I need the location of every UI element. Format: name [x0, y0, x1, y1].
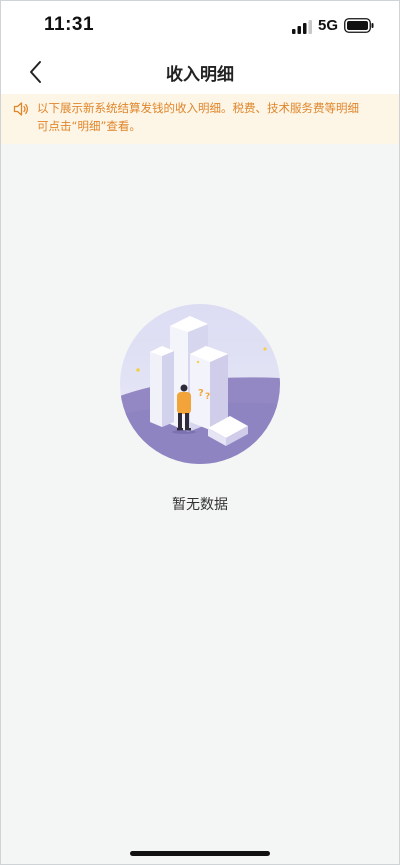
status-time: 11:31 [44, 14, 95, 35]
page-title: 收入明细 [166, 65, 234, 85]
notice-text: 以下展示新系统结算发钱的收入明细。税费、技术服务费等明细 可点击“明细”查看。 [37, 99, 387, 135]
speaker-icon [13, 102, 29, 116]
battery-icon [344, 18, 374, 33]
home-indicator[interactable] [130, 851, 270, 856]
network-type: 5G [318, 17, 339, 34]
svg-text:?: ? [205, 392, 210, 402]
svg-text:?: ? [198, 388, 204, 399]
empty-data-illustration: ? ? [120, 304, 280, 464]
nav-bar: 收入明细 [0, 50, 400, 94]
notice-banner: 以下展示新系统结算发钱的收入明细。税费、技术服务费等明细 可点击“明细”查看。 [0, 94, 400, 144]
signal-icon [292, 20, 312, 34]
notice-line-1: 以下展示新系统结算发钱的收入明细。税费、技术服务费等明细 [37, 101, 359, 115]
empty-state-text: 暂无数据 [172, 497, 228, 513]
status-bar: 11:31 5G [0, 0, 400, 50]
notice-line-2: 可点击“明细”查看。 [37, 119, 141, 133]
